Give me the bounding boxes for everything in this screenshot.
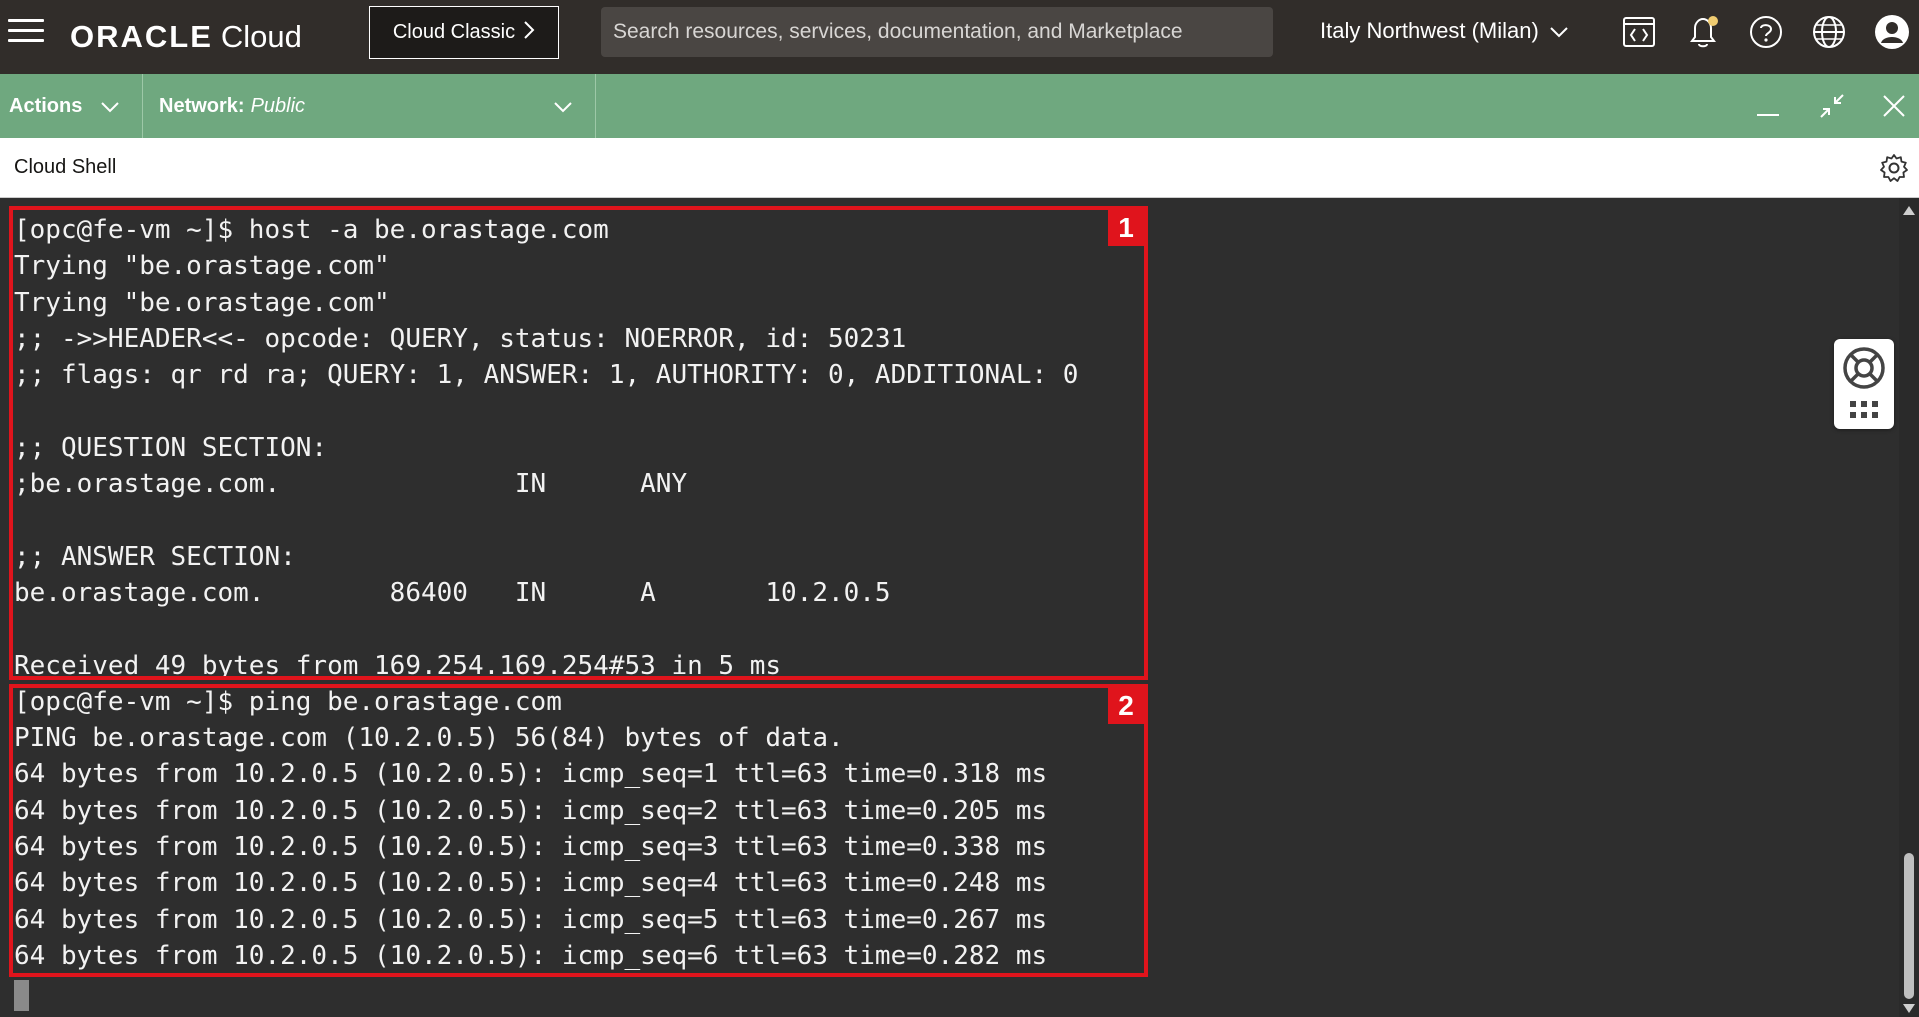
scroll-up-arrow-icon[interactable] — [1903, 206, 1915, 215]
actions-menu[interactable]: Actions — [0, 74, 143, 138]
logo-oracle-text: ORACLE — [70, 19, 213, 54]
lifebuoy-icon — [1843, 347, 1885, 389]
chevron-down-icon — [553, 96, 573, 119]
scroll-down-arrow-icon[interactable] — [1903, 1004, 1915, 1013]
top-header: ORACLE Cloud Cloud Classic Italy Northwe… — [0, 0, 1919, 74]
cloud-shell-title: Cloud Shell — [14, 156, 117, 178]
apps-grid-icon — [1850, 401, 1878, 418]
annotation-badge-1: 1 — [1108, 210, 1144, 246]
cloud-shell-toolbar: Actions Network: Public — [0, 74, 1919, 138]
terminal-scrollbar[interactable] — [1899, 198, 1919, 1017]
cloud-classic-button[interactable]: Cloud Classic — [369, 6, 559, 59]
logo-cloud-text: Cloud — [220, 19, 302, 54]
annotation-box-2 — [9, 684, 1148, 977]
gear-icon[interactable] — [1879, 153, 1909, 183]
help-icon[interactable] — [1747, 13, 1785, 51]
chevron-down-icon — [1549, 18, 1569, 44]
language-icon[interactable] — [1810, 13, 1848, 51]
region-selector[interactable]: Italy Northwest (Milan) — [1320, 14, 1569, 48]
scrollbar-thumb[interactable] — [1904, 853, 1914, 999]
annotation-badge-2: 2 — [1108, 688, 1144, 724]
region-label: Italy Northwest (Milan) — [1320, 18, 1539, 43]
profile-icon[interactable] — [1873, 13, 1911, 51]
notifications-icon[interactable] — [1684, 13, 1722, 51]
network-label: Network: — [159, 94, 245, 117]
network-value: Public — [250, 94, 306, 117]
menu-icon[interactable] — [8, 19, 44, 43]
search-input[interactable] — [601, 7, 1273, 57]
actions-label: Actions — [9, 94, 83, 117]
close-icon[interactable] — [1876, 88, 1912, 124]
annotation-box-1 — [9, 206, 1148, 680]
network-selector[interactable]: Network: Public — [143, 74, 596, 138]
terminal-output[interactable]: [opc@fe-vm ~]$ host -a be.orastage.com Tr… — [0, 198, 1919, 1017]
cloud-classic-label: Cloud Classic — [392, 21, 516, 43]
code-editor-icon[interactable] — [1620, 13, 1658, 51]
terminal-cursor — [14, 980, 29, 1011]
chevron-down-icon — [100, 96, 120, 119]
cloud-shell-header: Cloud Shell — [0, 138, 1919, 198]
help-widget[interactable] — [1834, 339, 1894, 429]
minimize-icon[interactable] — [1750, 88, 1786, 124]
oracle-cloud-logo[interactable]: ORACLE Cloud — [70, 14, 302, 60]
chevron-right-icon — [523, 20, 535, 46]
restore-icon[interactable] — [1814, 88, 1850, 124]
